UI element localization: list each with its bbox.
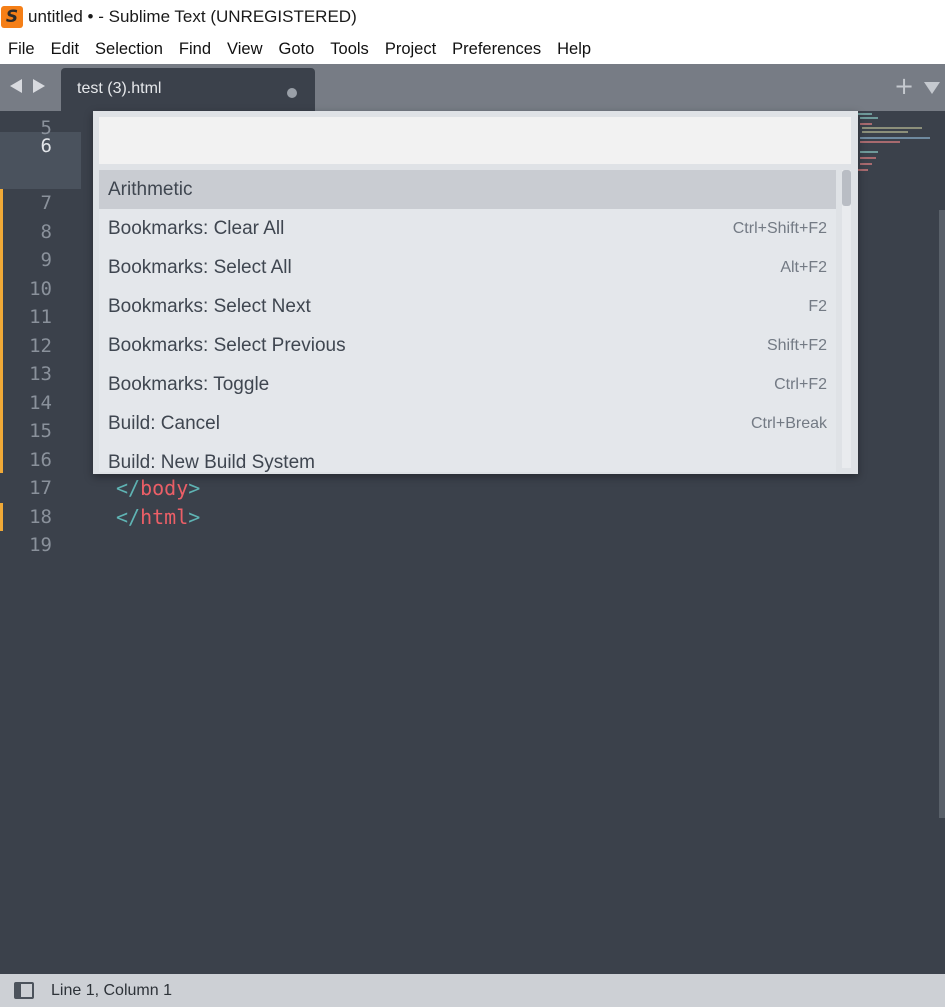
panel-toggle-icon[interactable] (14, 982, 34, 999)
palette-item-bookmarks-toggle[interactable]: Bookmarks: Toggle Ctrl+F2 (99, 365, 836, 404)
menu-goto[interactable]: Goto (271, 34, 323, 64)
line-number: 19 (29, 534, 52, 556)
line-number: 14 (29, 392, 52, 414)
line-number: 18 (29, 506, 52, 528)
palette-item-label: Arithmetic (108, 179, 193, 200)
palette-item-bookmarks-select-all[interactable]: Bookmarks: Select All Alt+F2 (99, 248, 836, 287)
palette-item-shortcut: F2 (808, 298, 827, 315)
line-number: 15 (29, 420, 52, 442)
tab-test-html[interactable]: test (3).html (61, 68, 315, 111)
code-tag: body (140, 476, 189, 500)
unsaved-dot-icon[interactable] (287, 88, 297, 98)
palette-item-shortcut: Ctrl+Shift+F2 (732, 220, 827, 237)
line-number: 13 (29, 363, 52, 385)
palette-item-build-cancel[interactable]: Build: Cancel Ctrl+Break (99, 404, 836, 443)
line-number: 9 (40, 249, 52, 271)
new-tab-plus-icon[interactable]: + (894, 74, 914, 98)
palette-item-label: Build: New Build System (108, 452, 315, 472)
palette-item-label: Bookmarks: Select Next (108, 296, 311, 317)
code-punct: > (188, 476, 201, 500)
palette-item-shortcut: Ctrl+Break (750, 415, 827, 432)
line-number-current: 6 (40, 135, 52, 157)
palette-item-bookmarks-select-next[interactable]: Bookmarks: Select Next F2 (99, 287, 836, 326)
palette-item-label: Bookmarks: Toggle (108, 374, 270, 395)
menu-project[interactable]: Project (377, 34, 444, 64)
tab-list-dropdown-icon[interactable] (924, 82, 940, 94)
line-number: 17 (29, 477, 52, 499)
menu-selection[interactable]: Selection (87, 34, 171, 64)
command-palette-scroll-thumb[interactable] (842, 170, 851, 206)
code-punct: </ (116, 505, 141, 529)
code-punct: > (188, 505, 201, 529)
menu-help[interactable]: Help (549, 34, 599, 64)
command-palette: Arithmetic Bookmarks: Clear All Ctrl+Shi… (93, 111, 858, 474)
tab-scroll-left-icon[interactable] (10, 79, 22, 93)
editor-vertical-scrollbar[interactable] (939, 210, 945, 818)
code-line-body-close[interactable]: </body> (116, 476, 200, 500)
line-number: 10 (29, 278, 52, 300)
palette-item-label: Build: Cancel (108, 413, 220, 434)
menu-view[interactable]: View (219, 34, 270, 64)
menu-file[interactable]: File (0, 34, 43, 64)
command-palette-input[interactable] (99, 117, 851, 164)
command-palette-list: Arithmetic Bookmarks: Clear All Ctrl+Shi… (99, 170, 836, 472)
palette-item-arithmetic[interactable]: Arithmetic (99, 170, 836, 209)
code-tag: html (140, 505, 189, 529)
title-bar: S untitled • - Sublime Text (UNREGISTERE… (0, 0, 945, 34)
menu-edit[interactable]: Edit (43, 34, 87, 64)
palette-item-shortcut: Shift+F2 (766, 337, 827, 354)
palette-item-label: Bookmarks: Select All (108, 257, 292, 278)
line-number: 8 (40, 221, 52, 243)
line-number: 7 (40, 192, 52, 214)
command-palette-scrollbar[interactable] (842, 170, 851, 468)
palette-item-shortcut: Ctrl+F2 (774, 376, 827, 393)
palette-item-bookmarks-select-previous[interactable]: Bookmarks: Select Previous Shift+F2 (99, 326, 836, 365)
line-number: 11 (29, 306, 52, 328)
status-bar: Line 1, Column 1 (0, 974, 945, 1007)
palette-item-shortcut: Alt+F2 (780, 259, 827, 276)
sublime-logo-icon: S (1, 6, 23, 28)
tab-label: test (3).html (77, 80, 162, 97)
code-punct: </ (116, 476, 141, 500)
line-number: 12 (29, 335, 52, 357)
window-title: untitled • - Sublime Text (UNREGISTERED) (28, 7, 357, 26)
menu-preferences[interactable]: Preferences (444, 34, 549, 64)
code-line-html-close[interactable]: </html> (116, 505, 200, 529)
menu-bar: File Edit Selection Find View Goto Tools… (0, 34, 945, 64)
menu-find[interactable]: Find (171, 34, 219, 64)
palette-item-label: Bookmarks: Clear All (108, 218, 285, 239)
menu-tools[interactable]: Tools (322, 34, 377, 64)
tab-scroll-right-icon[interactable] (33, 79, 45, 93)
cursor-position[interactable]: Line 1, Column 1 (51, 982, 172, 1000)
palette-item-build-new-build-system[interactable]: Build: New Build System (99, 443, 836, 472)
tab-strip: test (3).html + (0, 64, 945, 111)
minimap[interactable] (856, 111, 940, 181)
line-number: 16 (29, 449, 52, 471)
palette-item-label: Bookmarks: Select Previous (108, 335, 346, 356)
palette-item-bookmarks-clear-all[interactable]: Bookmarks: Clear All Ctrl+Shift+F2 (99, 209, 836, 248)
